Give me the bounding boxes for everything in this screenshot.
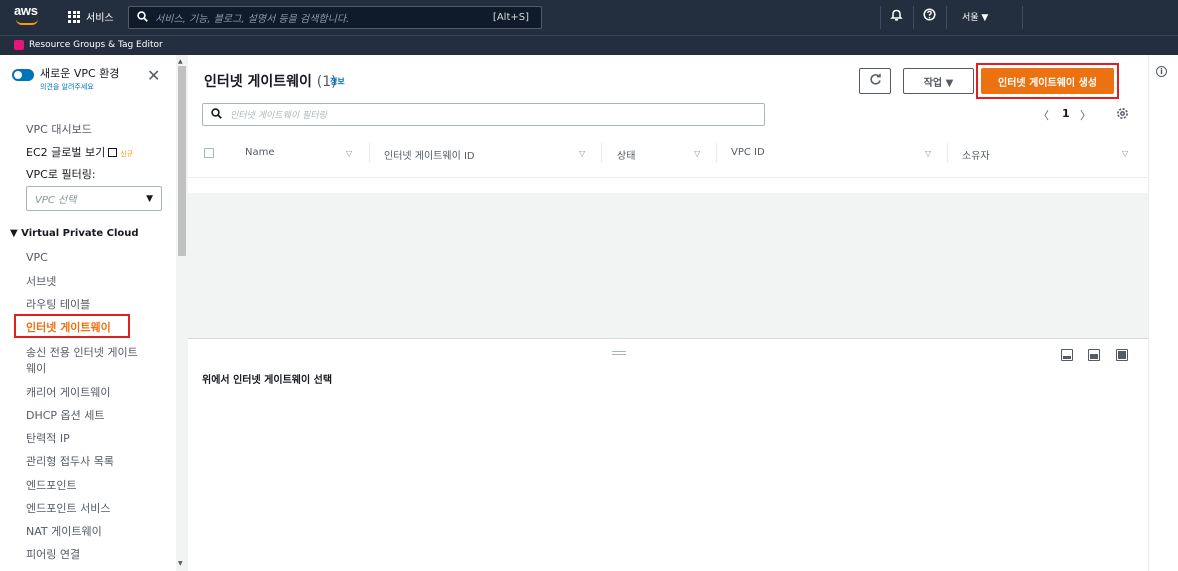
select-all-checkbox[interactable] xyxy=(204,148,214,158)
drag-handle-icon[interactable] xyxy=(612,351,626,355)
sidebar-item-nat-gateways[interactable]: NAT 게이트웨이 xyxy=(26,523,102,539)
global-search-input[interactable]: 서비스, 기능, 블로그, 설명서 등을 검색합니다. [Alt+S] xyxy=(128,6,542,29)
sidebar-item-dhcp-option-sets[interactable]: DHCP 옵션 세트 xyxy=(26,407,105,423)
column-divider[interactable] xyxy=(716,143,717,163)
sidebar: 새로운 VPC 환경 의견을 알려주세요 ✕ VPC 대시보드 EC2 글로벌 … xyxy=(0,55,176,571)
page-number[interactable]: 1 xyxy=(1062,107,1070,120)
scroll-down-icon[interactable]: ▼ xyxy=(178,560,183,567)
services-menu-button[interactable]: 서비스 xyxy=(68,9,114,24)
grid-icon xyxy=(68,10,80,23)
column-header-vpc-id[interactable]: VPC ID xyxy=(731,147,765,158)
search-icon xyxy=(137,10,151,25)
vpc-select[interactable]: VPC 선택 ▼ xyxy=(26,186,162,211)
sidebar-item-route-tables[interactable]: 라우팅 테이블 xyxy=(26,296,90,312)
select-message: 위에서 인터넷 게이트웨이 선택 xyxy=(202,375,333,386)
aws-smile-icon xyxy=(16,19,38,25)
section-virtual-private-cloud[interactable]: ▼ Virtual Private Cloud xyxy=(10,228,139,239)
new-vpc-toggle[interactable] xyxy=(12,69,34,81)
column-header-name[interactable]: Name xyxy=(245,147,275,158)
new-badge: 신규 xyxy=(120,150,134,158)
caret-down-icon: ▼ xyxy=(10,228,22,239)
info-icon[interactable]: i xyxy=(1156,66,1167,77)
resource-groups-icon xyxy=(14,40,24,50)
split-view-bottom-icon[interactable] xyxy=(1061,349,1073,361)
sidebar-item-elastic-ips[interactable]: 탄력적 IP xyxy=(26,430,70,446)
bell-icon[interactable] xyxy=(890,8,903,25)
table-header-divider xyxy=(188,177,1148,178)
filter-by-vpc-label: VPC로 필터링: xyxy=(26,168,96,181)
column-header-owner[interactable]: 소유자 xyxy=(962,147,990,162)
sidebar-item-egress-only-igw-cont[interactable]: 웨이 xyxy=(26,360,46,376)
help-panel-gutter xyxy=(1148,55,1178,571)
new-vpc-label: 새로운 VPC 환경 xyxy=(40,67,120,80)
column-header-igw-id[interactable]: 인터넷 게이트웨이 ID xyxy=(384,147,475,162)
sidebar-item-managed-prefix-lists[interactable]: 관리형 접두사 목록 xyxy=(26,453,114,469)
help-icon[interactable] xyxy=(923,8,936,24)
close-icon[interactable]: ✕ xyxy=(147,68,160,84)
aws-logo[interactable]: aws xyxy=(14,4,46,30)
sort-icon[interactable]: ▽ xyxy=(925,149,931,158)
sidebar-item-endpoint-services[interactable]: 엔드포인트 서비스 xyxy=(26,500,110,516)
actions-button[interactable]: 작업 ▼ xyxy=(903,68,974,94)
region-selector[interactable]: 서울 ▼ xyxy=(962,10,988,23)
column-divider[interactable] xyxy=(947,143,948,163)
scroll-up-icon[interactable]: ▲ xyxy=(178,58,183,65)
sidebar-item-endpoints[interactable]: 엔드포인트 xyxy=(26,477,77,493)
info-link[interactable]: 정보 xyxy=(330,76,345,87)
sidebar-item-ec2-global-view[interactable]: EC2 글로벌 보기 신규 xyxy=(26,144,133,160)
nav-divider xyxy=(946,6,947,29)
column-header-state[interactable]: 상태 xyxy=(617,147,635,162)
services-label: 서비스 xyxy=(86,13,114,24)
split-view-full-icon[interactable] xyxy=(1116,349,1128,361)
top-navigation: aws 서비스 서비스, 기능, 블로그, 설명서 등을 검색합니다. [Alt… xyxy=(0,0,1178,35)
sort-icon[interactable]: ▽ xyxy=(694,149,700,158)
next-page-button[interactable]: 〉 xyxy=(1080,107,1091,123)
filter-placeholder: 인터넷 게이트웨이 필터링 xyxy=(230,111,327,121)
refresh-button[interactable] xyxy=(859,68,891,94)
sidebar-item-carrier-gateways[interactable]: 캐리어 게이트웨이 xyxy=(26,384,110,400)
sidebar-item-vpc[interactable]: VPC xyxy=(26,251,48,264)
sidebar-scroll-thumb[interactable] xyxy=(178,66,186,256)
gear-icon[interactable] xyxy=(1116,107,1129,123)
search-placeholder: 서비스, 기능, 블로그, 설명서 등을 검색합니다. xyxy=(155,14,350,25)
filter-input[interactable]: 인터넷 게이트웨이 필터링 xyxy=(202,103,765,126)
page-title: 인터넷 게이트웨이 (1) xyxy=(204,74,337,90)
feedback-link[interactable]: 의견을 알려주세요 xyxy=(40,82,94,92)
external-link-icon xyxy=(108,148,118,157)
sort-icon[interactable]: ▽ xyxy=(579,149,585,158)
nav-divider xyxy=(913,6,914,29)
caret-down-icon: ▼ xyxy=(146,193,153,204)
button-highlight xyxy=(976,63,1119,99)
sidebar-item-vpc-dashboard[interactable]: VPC 대시보드 xyxy=(26,121,92,137)
sort-icon[interactable]: ▽ xyxy=(1122,149,1128,158)
search-shortcut: [Alt+S] xyxy=(492,12,529,23)
sidebar-item-peering-connections[interactable]: 피어링 연결 xyxy=(26,546,80,562)
nav-divider xyxy=(880,6,881,29)
sidebar-item-egress-only-igw[interactable]: 송신 전용 인터넷 게이트 xyxy=(26,344,138,360)
nav-divider xyxy=(1022,6,1023,29)
split-view-half-icon[interactable] xyxy=(1088,349,1100,361)
sort-icon[interactable]: ▽ xyxy=(346,149,352,158)
prev-page-button[interactable]: 〈 xyxy=(1038,107,1049,123)
column-divider[interactable] xyxy=(369,143,370,163)
resource-groups-link[interactable]: Resource Groups & Tag Editor xyxy=(29,40,163,50)
column-divider[interactable] xyxy=(601,143,602,163)
refresh-icon xyxy=(869,73,882,89)
vpc-select-placeholder: VPC 선택 xyxy=(35,195,77,206)
sidebar-item-subnets[interactable]: 서브넷 xyxy=(26,273,56,289)
search-icon xyxy=(211,107,222,122)
selection-highlight xyxy=(14,314,130,338)
favorites-bar: Resource Groups & Tag Editor xyxy=(0,35,1178,55)
